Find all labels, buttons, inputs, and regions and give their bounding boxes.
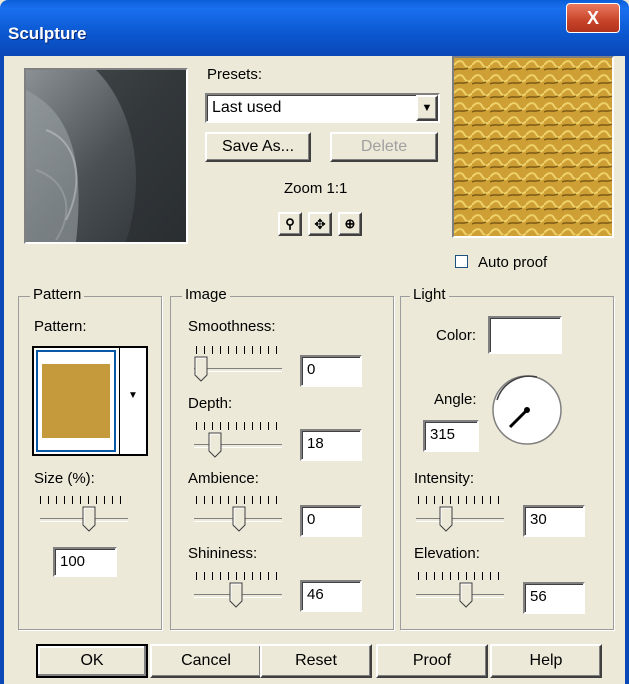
smoothness-label: Smoothness: bbox=[188, 318, 276, 335]
size-slider[interactable] bbox=[40, 496, 130, 532]
zoom-label: Zoom 1:1 bbox=[284, 180, 348, 197]
intensity-slider[interactable] bbox=[416, 496, 506, 532]
light-group-legend: Light bbox=[410, 286, 449, 303]
shininess-slider[interactable] bbox=[194, 572, 284, 608]
original-image bbox=[26, 70, 186, 242]
close-icon: X bbox=[586, 8, 599, 28]
pattern-group-legend: Pattern bbox=[30, 286, 85, 303]
auto-proof-checkbox[interactable] bbox=[455, 255, 468, 268]
save-as-button[interactable]: Save As... bbox=[205, 132, 311, 162]
ambience-slider-thumb[interactable] bbox=[232, 506, 246, 532]
shininess-input[interactable]: 46 bbox=[300, 580, 362, 612]
ambience-input[interactable]: 0 bbox=[300, 505, 362, 537]
pattern-swatch-picker[interactable]: ▼ bbox=[32, 346, 148, 456]
intensity-input[interactable]: 30 bbox=[523, 505, 585, 537]
smoothness-input[interactable]: 0 bbox=[300, 355, 362, 387]
zoom-out-button[interactable]: ⚲ bbox=[278, 212, 302, 236]
depth-label: Depth: bbox=[188, 395, 233, 412]
presets-dropdown[interactable]: Last used ▼ bbox=[205, 93, 440, 123]
smoothness-slider-thumb[interactable] bbox=[194, 356, 208, 382]
elevation-slider[interactable] bbox=[416, 572, 506, 608]
elevation-slider-ticks bbox=[418, 572, 500, 580]
intensity-slider-ticks bbox=[418, 496, 500, 504]
proof-button[interactable]: Proof bbox=[376, 644, 488, 678]
presets-selected: Last used bbox=[212, 99, 282, 116]
result-image bbox=[454, 58, 612, 236]
pan-button[interactable]: ✥ bbox=[308, 212, 332, 236]
shininess-slider-ticks bbox=[196, 572, 278, 580]
title-bar bbox=[0, 0, 629, 56]
elevation-input[interactable]: 56 bbox=[523, 582, 585, 614]
elevation-slider-thumb[interactable] bbox=[459, 582, 473, 608]
presets-label: Presets: bbox=[207, 66, 263, 83]
depth-slider[interactable] bbox=[194, 422, 284, 458]
shininess-label: Shininess: bbox=[188, 545, 258, 562]
help-button[interactable]: Help bbox=[490, 644, 602, 678]
ambience-slider[interactable] bbox=[194, 496, 284, 532]
presets-dropdown-button[interactable]: ▼ bbox=[416, 95, 438, 121]
pattern-dropdown-arrow[interactable]: ▼ bbox=[119, 348, 146, 454]
size-label: Size (%): bbox=[34, 470, 95, 487]
elevation-label: Elevation: bbox=[414, 545, 480, 562]
depth-input[interactable]: 18 bbox=[300, 429, 362, 461]
original-preview bbox=[24, 68, 188, 244]
cancel-button[interactable]: Cancel bbox=[150, 644, 262, 678]
color-label: Color: bbox=[436, 327, 477, 344]
ok-button[interactable]: OK bbox=[36, 644, 148, 678]
shininess-slider-thumb[interactable] bbox=[229, 582, 243, 608]
angle-label: Angle: bbox=[434, 391, 477, 408]
pan-icon: ✥ bbox=[314, 216, 326, 232]
delete-button[interactable]: Delete bbox=[330, 132, 438, 162]
reset-button[interactable]: Reset bbox=[260, 644, 372, 678]
size-input[interactable]: 100 bbox=[53, 547, 117, 577]
image-group-legend: Image bbox=[182, 286, 230, 303]
ambience-label: Ambience: bbox=[188, 470, 259, 487]
zoom-in-icon: ⊕ bbox=[344, 216, 356, 231]
angle-dial[interactable] bbox=[490, 372, 564, 448]
auto-proof-label: Auto proof bbox=[478, 254, 548, 271]
size-slider-ticks bbox=[40, 496, 128, 504]
close-button[interactable]: X bbox=[566, 3, 620, 33]
pattern-swatch-fill bbox=[42, 364, 110, 438]
zoom-out-icon: ⚲ bbox=[285, 216, 295, 231]
size-slider-thumb[interactable] bbox=[82, 506, 96, 532]
smoothness-slider-ticks bbox=[196, 346, 278, 354]
ambience-slider-ticks bbox=[196, 496, 278, 504]
intensity-label: Intensity: bbox=[414, 470, 475, 487]
angle-input[interactable]: 315 bbox=[423, 420, 479, 452]
pattern-swatch bbox=[36, 350, 116, 452]
depth-slider-ticks bbox=[196, 422, 278, 430]
depth-slider-thumb[interactable] bbox=[208, 432, 222, 458]
chevron-down-icon: ▼ bbox=[128, 390, 138, 401]
intensity-slider-track bbox=[416, 518, 504, 522]
chevron-down-icon: ▼ bbox=[421, 102, 433, 114]
smoothness-slider[interactable] bbox=[194, 346, 284, 382]
pattern-label: Pattern: bbox=[34, 318, 87, 335]
result-preview bbox=[452, 56, 614, 238]
zoom-in-button[interactable]: ⊕ bbox=[338, 212, 362, 236]
window-title: Sculpture bbox=[8, 24, 87, 43]
light-color-swatch[interactable] bbox=[488, 316, 562, 354]
intensity-slider-thumb[interactable] bbox=[439, 506, 453, 532]
